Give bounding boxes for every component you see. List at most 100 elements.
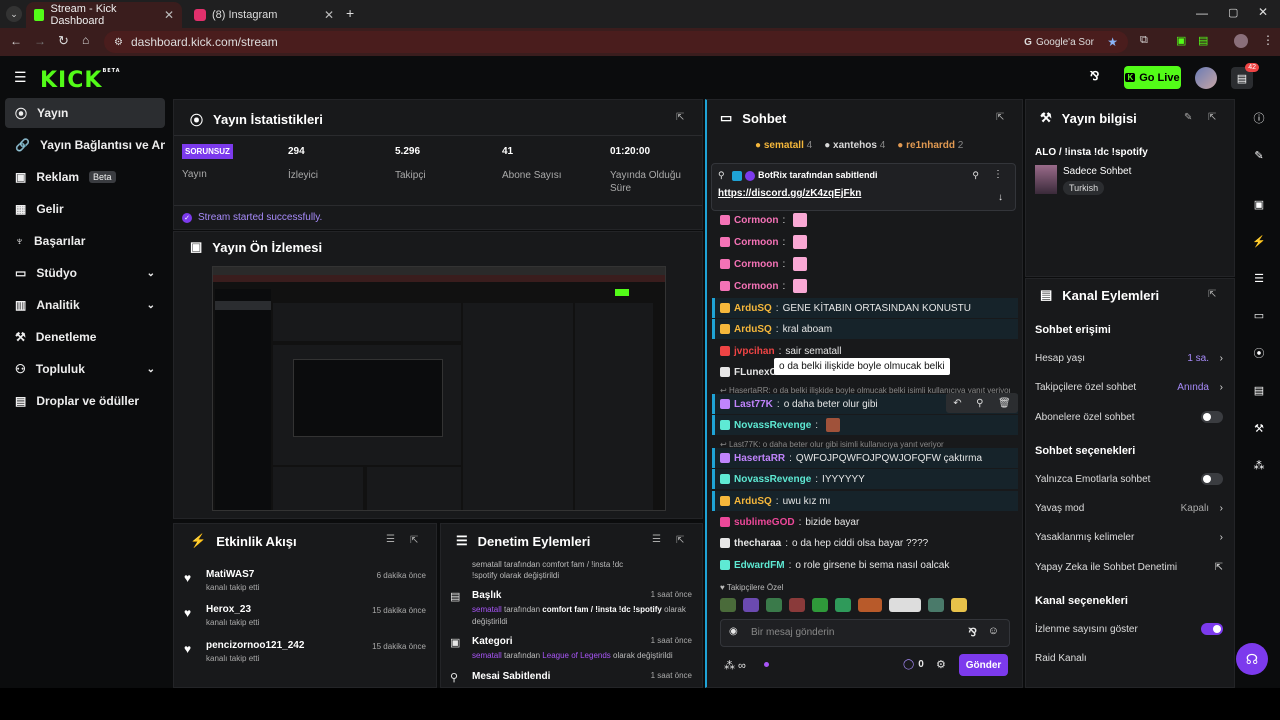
sidebar-item-stream-key[interactable]: 🔗Yayın Bağlantısı ve Anahtar	[5, 130, 165, 160]
chat-message[interactable]: NovassRevenge:	[712, 415, 1018, 435]
emote-tab-label[interactable]: ♥ Takipçilere Özel	[720, 583, 783, 592]
sidebar-item-ads[interactable]: ▣ Reklam Beta	[5, 162, 165, 192]
extension-icon[interactable]: ▣	[1176, 34, 1186, 47]
emote-2[interactable]	[743, 598, 759, 612]
chat-username[interactable]: sublimeGOD	[734, 517, 795, 528]
sidebar-item-community[interactable]: ⚇ Topluluk ⌄	[5, 354, 165, 384]
emote-menu-icon[interactable]: ⅋	[968, 626, 977, 639]
back-icon[interactable]: ←	[10, 34, 22, 48]
home-icon[interactable]: ⌂	[82, 33, 89, 47]
chat-message[interactable]: Cormoon:	[712, 276, 1018, 296]
sidebar-item-drops[interactable]: ▤ Droplar ve ödüller	[5, 386, 165, 416]
delete-icon[interactable]: 🗑	[998, 398, 1011, 409]
popout-icon[interactable]: ⇱	[1208, 112, 1216, 123]
chat-message[interactable]: Cormoon:	[712, 254, 1018, 274]
points-display[interactable]: ◯ 0	[903, 659, 924, 670]
chat-tools-icon[interactable]: ⁂ ∞	[724, 659, 746, 672]
leader-3[interactable]: ● re1nhardd 2	[897, 140, 963, 151]
google-lens-button[interactable]: G Google'a Sor	[1024, 37, 1094, 48]
sidebar-item-stream[interactable]: ⦿ Yayın	[5, 98, 165, 128]
sidebar-item-achievements[interactable]: ♆ Başarılar	[5, 226, 165, 256]
chat-username[interactable]: jvpcihan	[734, 346, 775, 357]
chat-settings-icon[interactable]: ⚙	[936, 658, 946, 671]
emote-8[interactable]	[889, 598, 921, 612]
leader-1[interactable]: ● sematall 4	[755, 140, 812, 151]
sidebar-item-studio[interactable]: ▭ Stüdyo ⌄	[5, 258, 165, 288]
tab-list-chevron-icon[interactable]: ⌄	[6, 6, 22, 22]
popout-icon[interactable]: ⇱	[410, 535, 418, 546]
close-tab-icon[interactable]: ✕	[164, 8, 174, 22]
account-age-setting[interactable]: Hesap yaşı 1 sa. ›	[1035, 353, 1225, 364]
wrench-rail-icon[interactable]: ⚒	[1247, 416, 1271, 440]
send-button[interactable]: Gönder	[959, 654, 1008, 676]
emote-only-toggle[interactable]	[1201, 473, 1223, 485]
chat-username[interactable]: ArduSQ	[734, 496, 772, 507]
chat-message[interactable]: Cormoon:	[712, 210, 1018, 230]
chat-username[interactable]: Cormoon	[734, 281, 778, 292]
leader-2[interactable]: ● xantehos 4	[824, 140, 885, 151]
preview-rail-icon[interactable]: ▣	[1247, 192, 1271, 216]
subs-only-toggle[interactable]	[1201, 411, 1223, 423]
popout-icon[interactable]: ⇱	[996, 112, 1004, 123]
support-button[interactable]: ☊	[1236, 643, 1268, 675]
pinned-link[interactable]: https://discord.gg/zK4zqEjFkn	[718, 188, 861, 199]
activity-rail-icon[interactable]: ⚡	[1247, 229, 1271, 253]
browser-menu-icon[interactable]: ⋮	[1262, 33, 1274, 47]
chat-username[interactable]: ArduSQ	[734, 324, 772, 335]
unpin-icon[interactable]: ⚲	[972, 170, 979, 181]
profile-avatar[interactable]	[1234, 34, 1248, 48]
ai-moderation-setting[interactable]: Yapay Zeka ile Sohbet Denetimi ⇱	[1035, 562, 1225, 573]
emote-10[interactable]	[951, 598, 967, 612]
chat-message[interactable]: ArduSQ: GENE KİTABIN ORTASINDAN KONUSTU	[712, 298, 1018, 318]
chat-message[interactable]: ArduSQ: kral aboam	[712, 319, 1018, 339]
restore-icon[interactable]: ▢	[1228, 6, 1238, 19]
stream-preview-video[interactable]	[212, 266, 666, 511]
new-tab-icon[interactable]: +	[346, 5, 354, 21]
emote-3[interactable]	[766, 598, 782, 612]
chat-username[interactable]: FLunexC	[734, 367, 777, 378]
slow-mode-setting[interactable]: Yavaş mod Kapalı ›	[1035, 503, 1225, 514]
more-icon[interactable]: ⋮	[993, 169, 1003, 180]
expand-icon[interactable]: ↓	[998, 192, 1003, 203]
site-info-icon[interactable]: ⚙	[114, 37, 123, 48]
chat-username[interactable]: EdwardFM	[734, 560, 785, 571]
menu-icon[interactable]: ☰	[14, 69, 27, 86]
popout-icon[interactable]: ⇱	[676, 112, 684, 123]
pin-icon[interactable]: ⚲	[976, 398, 983, 409]
edit-icon[interactable]: ✎	[1184, 112, 1192, 123]
kick-logo[interactable]: KICKBETA	[40, 68, 121, 93]
filter-icon[interactable]: ☰	[386, 534, 395, 545]
chat-username[interactable]: Cormoon	[734, 215, 778, 226]
emote-icon[interactable]: ⅋	[1090, 69, 1099, 83]
emote-7[interactable]	[858, 598, 882, 612]
chat-username[interactable]: Cormoon	[734, 237, 778, 248]
emote-6[interactable]	[835, 598, 851, 612]
tab-instagram[interactable]: (8) Instagram ✕	[186, 2, 342, 28]
broadcast-rail-icon[interactable]: ⦿	[1247, 341, 1271, 365]
tab-kick-dashboard[interactable]: Stream - Kick Dashboard ✕	[26, 2, 182, 28]
banned-words-setting[interactable]: Yasaklanmış kelimeler ›	[1035, 532, 1225, 543]
chat-username[interactable]: Last77K	[734, 399, 773, 410]
stats-rail-icon[interactable]: ▤	[1247, 378, 1271, 402]
chat-message[interactable]: Cormoon:	[712, 232, 1018, 252]
chat-username[interactable]: Cormoon	[734, 259, 778, 270]
show-viewers-toggle[interactable]	[1201, 623, 1223, 635]
chat-username[interactable]: ArduSQ	[734, 303, 772, 314]
community-rail-icon[interactable]: ⁂	[1247, 453, 1271, 477]
filter-icon[interactable]: ☰	[652, 534, 661, 545]
followers-only-setting[interactable]: Takipçilere özel sohbet Anında ›	[1035, 382, 1225, 393]
emote-9[interactable]	[928, 598, 944, 612]
popout-icon[interactable]: ⇱	[676, 535, 684, 546]
emoji-picker-icon[interactable]: ◉	[729, 626, 738, 637]
chat-username[interactable]: NovassRevenge	[734, 420, 811, 431]
smiley-icon[interactable]: ☺	[988, 625, 999, 637]
emote-4[interactable]	[789, 598, 805, 612]
chat-message[interactable]: EdwardFM: o role girsene bi sema nasıl oa…	[712, 555, 1018, 575]
address-bar[interactable]: ⚙ dashboard.kick.com/stream G Google'a So…	[104, 31, 1128, 53]
sidebar-item-revenue[interactable]: ▦ Gelir	[5, 194, 165, 224]
extensions-icon[interactable]: ⧉	[1140, 34, 1148, 47]
chat-username[interactable]: NovassRevenge	[734, 474, 811, 485]
close-tab-icon[interactable]: ✕	[324, 8, 334, 22]
edit-rail-icon[interactable]: ✎	[1247, 143, 1271, 167]
notifications-button[interactable]: ▤ 42	[1231, 63, 1259, 89]
